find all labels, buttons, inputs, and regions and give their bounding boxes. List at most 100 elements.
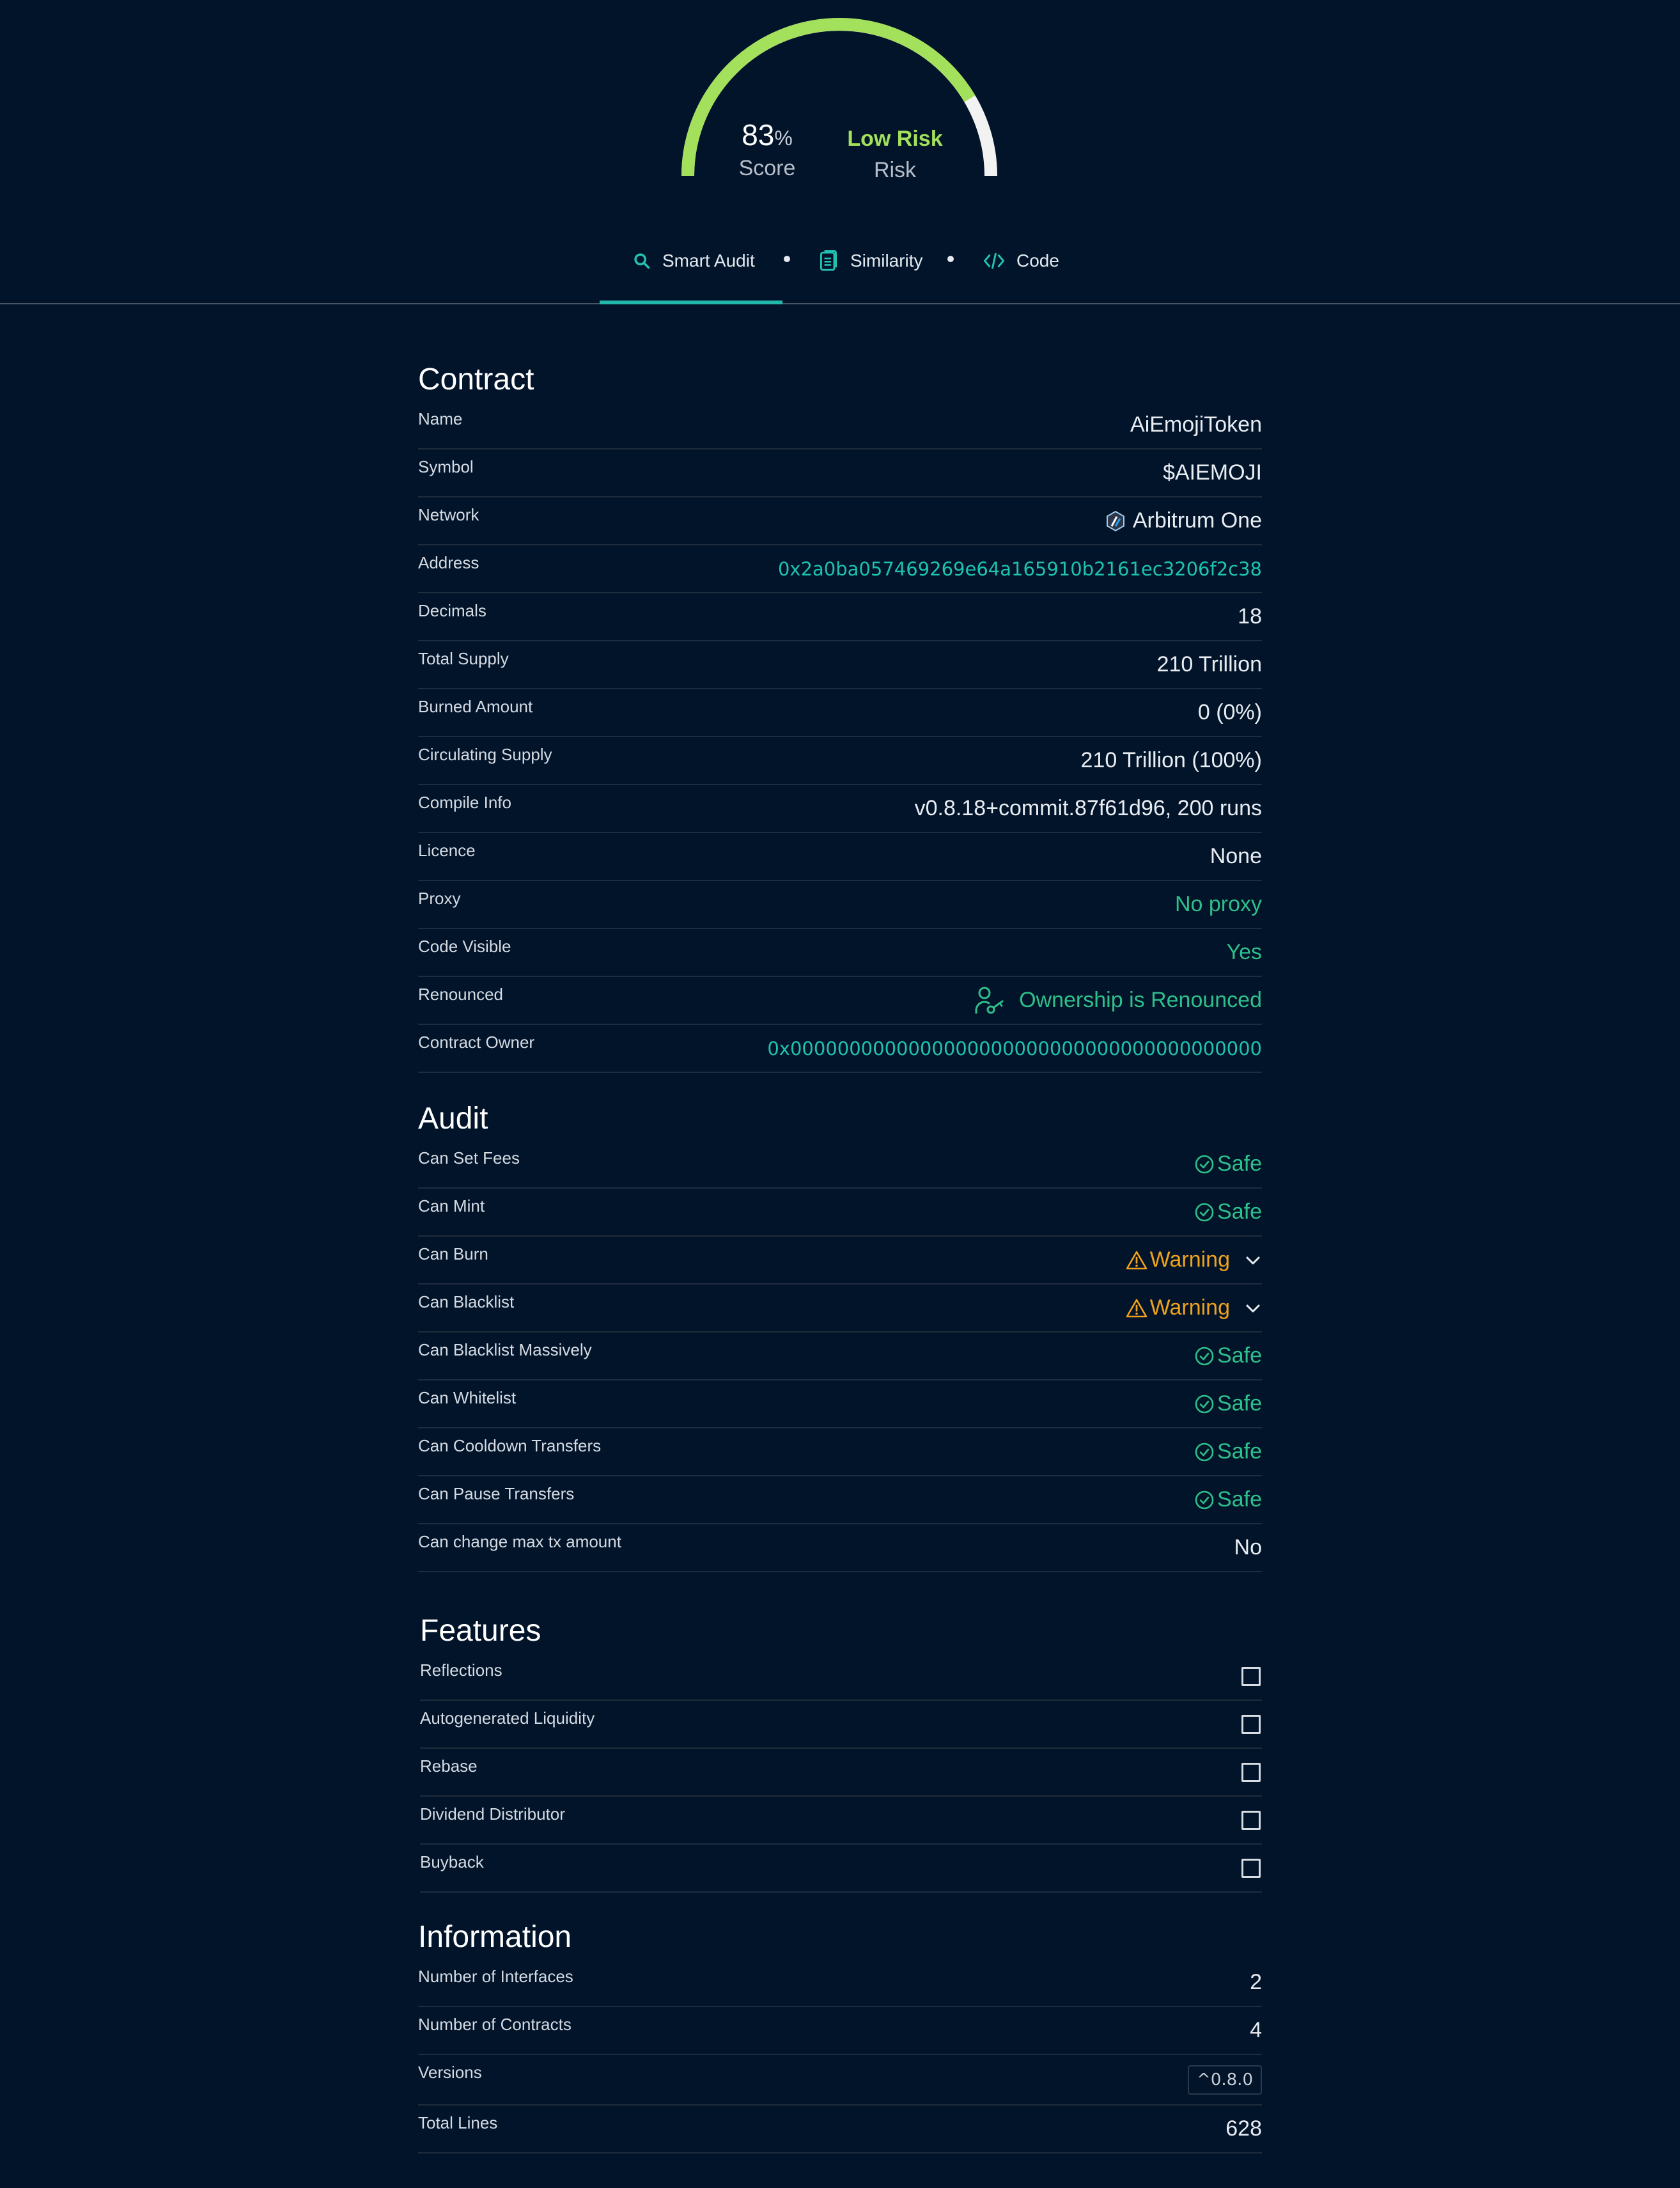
audit-section: Audit Can Set Fees Safe Can Mint Safe Can Bu… — [418, 1097, 1262, 1572]
row-label: Burned Amount — [418, 697, 533, 716]
row-label: Can Whitelist — [418, 1388, 517, 1407]
row-label: Compile Info — [418, 793, 511, 812]
audit-row-can-cooldown-transfers: Can Cooldown Transfers Safe — [418, 1428, 1262, 1476]
status-value: Safe — [1194, 1487, 1262, 1512]
tab-smart-audit[interactable]: Smart Audit — [633, 242, 755, 280]
renounced-text: Ownership is Renounced — [1019, 988, 1262, 1012]
section-title: Information — [418, 1920, 572, 1954]
row-label: Address — [418, 553, 479, 572]
feature-checkbox[interactable] — [1241, 1666, 1261, 1686]
score-block: 83% Score — [735, 118, 799, 181]
contract-row-total-supply: Total Supply 210 Trillion — [418, 641, 1262, 689]
row-label: Licence — [418, 841, 476, 860]
status-text: Warning — [1149, 1295, 1230, 1320]
contract-row-address: Address 0x2a0ba057469269e64a165910b2161e… — [418, 545, 1262, 593]
document-icon — [818, 249, 839, 272]
status-value: Safe — [1194, 1439, 1262, 1464]
status-text: Safe — [1217, 1343, 1262, 1368]
row-label: Can Mint — [418, 1196, 485, 1215]
feature-checkbox[interactable] — [1241, 1858, 1261, 1878]
row-value: Arbitrum One — [1105, 508, 1262, 533]
row-label: Can Pause Transfers — [418, 1484, 575, 1503]
row-label: Contract Owner — [418, 1033, 535, 1052]
contract-row-circulating-supply: Circulating Supply 210 Trillion (100%) — [418, 737, 1262, 785]
audit-row-can-blacklist[interactable]: Can Blacklist Warning — [418, 1285, 1262, 1332]
arbitrum-icon — [1105, 510, 1126, 532]
score-value: 83 — [742, 118, 775, 152]
row-label: Total Lines — [418, 2113, 498, 2132]
section-title: Features — [420, 1614, 541, 1648]
audit-row-can-change-max-tx-amount: Can change max tx amount No — [418, 1524, 1262, 1572]
warning-icon — [1126, 1250, 1147, 1270]
row-label: Network — [418, 505, 479, 524]
score-unit: % — [774, 127, 793, 150]
row-label: Rebase — [420, 1756, 478, 1776]
info-row-total-lines: Total Lines 628 — [418, 2106, 1262, 2153]
audit-row-can-whitelist: Can Whitelist Safe — [418, 1380, 1262, 1428]
tab-separator-dot — [784, 256, 790, 262]
tab-code[interactable]: Code — [983, 242, 1059, 280]
network-name: Arbitrum One — [1132, 508, 1262, 533]
audit-row-can-set-fees: Can Set Fees Safe — [418, 1141, 1262, 1189]
row-value: None — [1209, 844, 1262, 868]
chevron-down-icon[interactable] — [1244, 1302, 1262, 1315]
contract-row-compile-info: Compile Info v0.8.18+commit.87f61d96, 20… — [418, 785, 1262, 833]
row-value: 2 — [1250, 1970, 1262, 1994]
status-text: Warning — [1149, 1247, 1230, 1272]
chevron-down-icon[interactable] — [1244, 1254, 1262, 1267]
user-key-icon — [974, 986, 1005, 1015]
status-value: Safe — [1194, 1391, 1262, 1416]
contract-row-burned-amount: Burned Amount 0 (0%) — [418, 689, 1262, 737]
row-label: Can Cooldown Transfers — [418, 1436, 602, 1455]
contract-row-renounced: Renounced Ownership is Renounced — [418, 977, 1262, 1025]
row-value: 210 Trillion (100%) — [1080, 748, 1262, 772]
status-value: Safe — [1194, 1152, 1262, 1176]
feature-row-rebase: Rebase — [420, 1749, 1262, 1797]
row-label: Renounced — [418, 985, 503, 1004]
feature-row-buyback: Buyback — [420, 1845, 1262, 1893]
tab-bar: Smart Audit Similarity Code — [0, 230, 1680, 304]
tab-label: Smart Audit — [662, 251, 755, 270]
row-label: Code Visible — [418, 937, 511, 956]
row-value: 0 (0%) — [1197, 700, 1262, 724]
row-label: Can Blacklist Massively — [418, 1340, 592, 1359]
owner-address-link[interactable]: 0x00000000000000000000000000000000000000… — [767, 1038, 1262, 1059]
row-label: Can change max tx amount — [418, 1532, 621, 1551]
tab-separator-dot — [947, 256, 954, 262]
audit-row-can-blacklist-massively: Can Blacklist Massively Safe — [418, 1332, 1262, 1380]
feature-checkbox[interactable] — [1241, 1762, 1261, 1782]
status-value: Safe — [1194, 1199, 1262, 1224]
row-label: Symbol — [418, 457, 474, 476]
code-icon — [983, 251, 1005, 270]
tab-similarity[interactable]: Similarity — [818, 242, 923, 280]
row-value: 210 Trillion — [1156, 652, 1262, 676]
row-label: Reflections — [420, 1661, 502, 1680]
row-label: Autogenerated Liquidity — [420, 1708, 595, 1728]
feature-checkbox[interactable] — [1241, 1810, 1261, 1830]
audit-row-can-burn[interactable]: Can Burn Warning — [418, 1237, 1262, 1285]
status-text: Safe — [1217, 1199, 1262, 1224]
check-circle-icon — [1194, 1442, 1215, 1462]
row-value: AiEmojiToken — [1130, 412, 1262, 437]
info-row-contracts: Number of Contracts 4 — [418, 2007, 1262, 2055]
warning-icon — [1126, 1298, 1147, 1318]
row-label: Can Set Fees — [418, 1148, 520, 1168]
contract-row-network: Network Arbitrum One — [418, 497, 1262, 545]
status-value: No — [1234, 1535, 1262, 1560]
features-section: Features Reflections Autogenerated Liqui… — [420, 1609, 1262, 1893]
active-tab-indicator — [600, 301, 782, 304]
row-label: Buyback — [420, 1852, 484, 1872]
version-tag: ^0.8.0 — [1188, 2065, 1262, 2095]
feature-row-autogenerated-liquidity: Autogenerated Liquidity — [420, 1701, 1262, 1749]
row-label: Number of Contracts — [418, 2015, 572, 2034]
status-text: Safe — [1217, 1439, 1262, 1464]
row-label: Can Blacklist — [418, 1292, 515, 1311]
row-value: $AIEMOJI — [1163, 460, 1262, 485]
feature-checkbox[interactable] — [1241, 1714, 1261, 1734]
contract-row-proxy: Proxy No proxy — [418, 881, 1262, 929]
status-text: No — [1234, 1535, 1262, 1559]
check-circle-icon — [1194, 1490, 1215, 1510]
feature-row-dividend-distributor: Dividend Distributor — [420, 1797, 1262, 1845]
address-link[interactable]: 0x2a0ba057469269e64a165910b2161ec3206f2c… — [778, 558, 1262, 580]
row-value: v0.8.18+commit.87f61d96, 200 runs — [914, 796, 1262, 820]
